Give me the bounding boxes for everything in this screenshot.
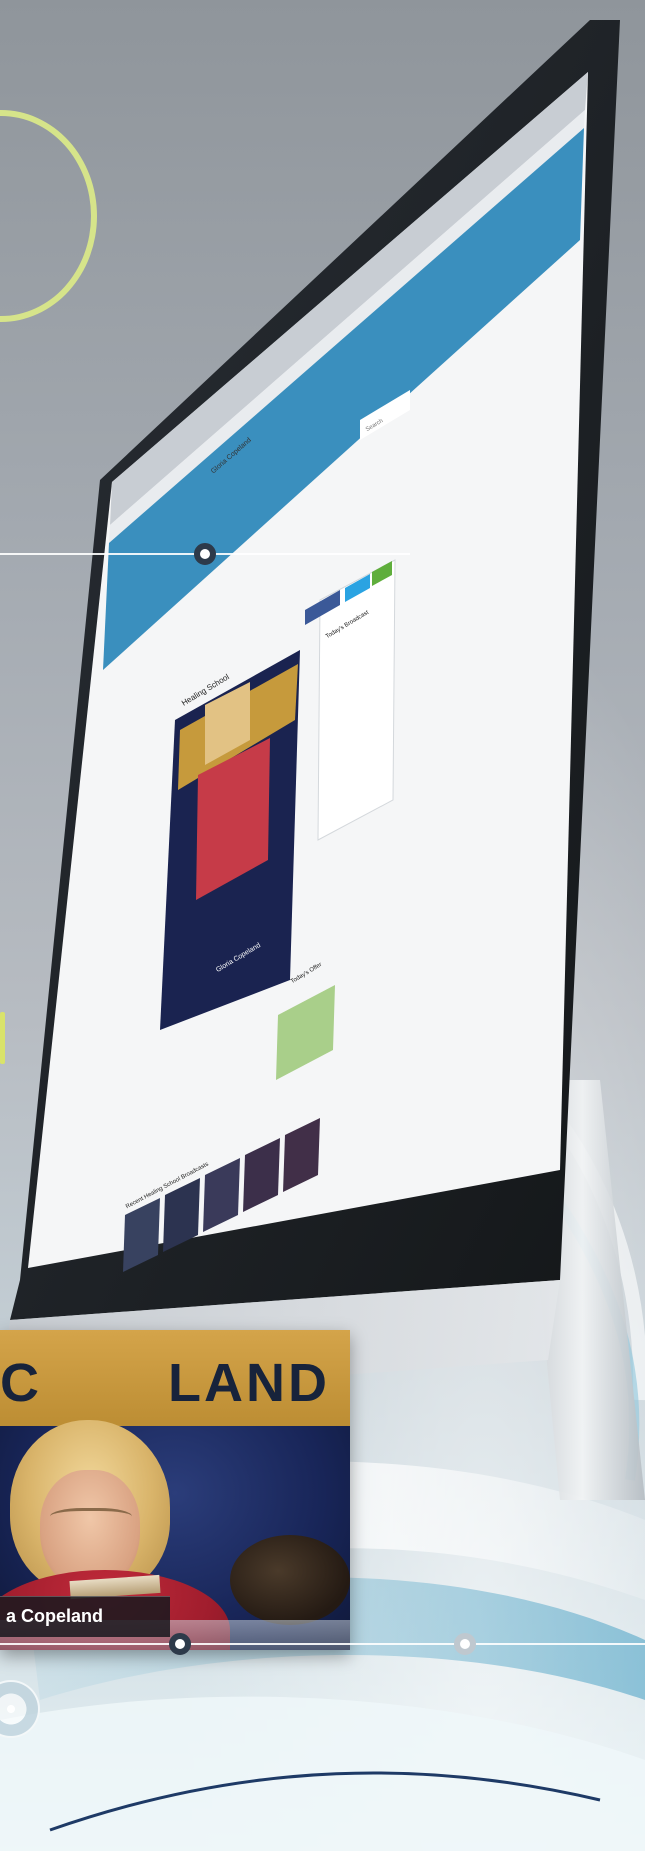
- name-caption-text: a Copeland: [6, 1606, 104, 1626]
- callout-line-bottom: [0, 1643, 645, 1645]
- speaker-glasses: [50, 1508, 132, 1529]
- banner-text-right: LAND: [168, 1353, 330, 1413]
- video-thumbnail[interactable]: C LAND a Copeland: [0, 1330, 350, 1650]
- callout-dot-top: [194, 543, 216, 565]
- name-caption: a Copeland: [0, 1596, 170, 1637]
- promo-graphic: Gloria Copeland Search Healing School Gl…: [0, 0, 645, 1851]
- stage-banner: C LAND: [0, 1330, 350, 1440]
- callout-dot-bottom-right: [454, 1633, 476, 1655]
- callout-dot-bottom-left: [169, 1633, 191, 1655]
- drum-kit: [230, 1535, 350, 1625]
- banner-text-left: C: [0, 1353, 42, 1413]
- accent-mark: [0, 1012, 5, 1064]
